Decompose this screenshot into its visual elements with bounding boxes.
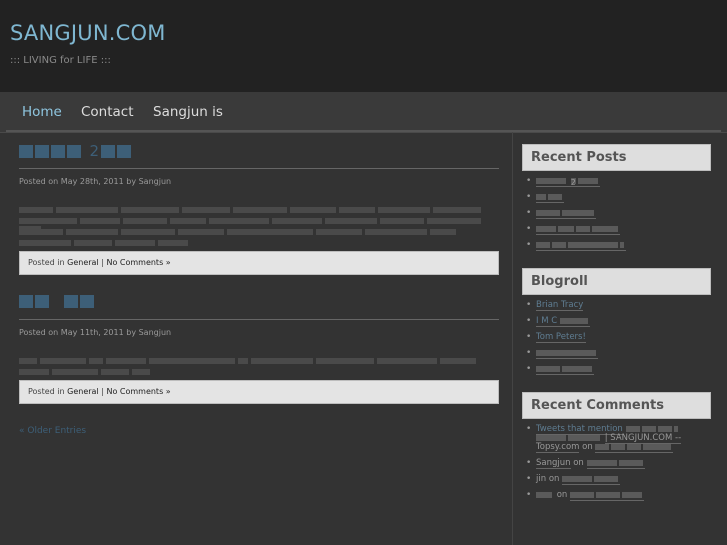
on-label: on <box>582 442 593 452</box>
post-footer: Posted in General | No Comments » <box>19 251 499 275</box>
post-title[interactable]: 2 <box>19 142 499 162</box>
list-item[interactable] <box>526 224 711 235</box>
widget-title: Blogroll <box>522 268 711 295</box>
nav-sangjun-is[interactable]: Sangjun is <box>153 104 223 120</box>
list-item[interactable] <box>526 192 711 203</box>
title-glyph <box>101 144 115 158</box>
post-meta: Posted on May 11th, 2011 by Sangjun <box>19 328 172 337</box>
category-link[interactable]: General <box>67 258 99 267</box>
comment-item: jin on <box>526 474 711 485</box>
category-link[interactable]: General <box>67 387 99 396</box>
comment-source-link[interactable]: Topsy.com <box>536 442 580 453</box>
blogroll-widget: Blogroll Brian Tracy I M C Tom Peters! <box>522 268 711 375</box>
title-glyph <box>63 294 78 308</box>
older-entries-link[interactable]: « Older Entries <box>19 426 499 436</box>
post-number: 2 <box>570 177 576 187</box>
title-glyph <box>117 144 131 158</box>
post-meta: Posted on May 28th, 2011 by Sangjun <box>19 177 172 186</box>
post: Posted on May 11th, 2011 by Sangjun Post… <box>19 293 499 404</box>
posted-in-label: Posted in <box>28 387 65 396</box>
title-glyph <box>79 294 94 308</box>
comments-link[interactable]: No Comments » <box>106 258 170 267</box>
site-tagline: ::: LIVING for LIFE ::: <box>10 55 111 66</box>
site-header: SANGJUN.COM ::: LIVING for LIFE ::: <box>0 0 727 92</box>
title-glyph <box>35 144 49 158</box>
title-glyph <box>19 294 33 308</box>
blogroll-item[interactable] <box>526 364 711 375</box>
main-content: 2 Posted on May 28th, 2011 by Sangjun Po… <box>19 142 499 436</box>
nav-home[interactable]: Home <box>22 104 62 120</box>
recent-comments-widget: Recent Comments Tweets that mention | SA… <box>522 392 711 501</box>
title-glyph <box>67 144 81 158</box>
site-title[interactable]: SANGJUN.COM <box>10 21 166 45</box>
widget-title: Recent Comments <box>522 392 711 419</box>
comment-item: Tweets that mention | SANGJUN.COM -- Top… <box>526 424 711 453</box>
post-body <box>19 198 499 246</box>
title-glyph <box>35 294 49 308</box>
post-divider <box>19 319 499 320</box>
nav-contact[interactable]: Contact <box>81 104 134 120</box>
on-label: on <box>556 490 568 500</box>
on-label: on <box>548 474 560 484</box>
nav-divider <box>6 130 721 132</box>
post-footer: Posted in General | No Comments » <box>19 380 499 404</box>
blogroll-link[interactable]: Tom Peters! <box>536 332 586 343</box>
post-body <box>19 349 499 375</box>
footer-separator: | <box>101 258 104 267</box>
comment-author[interactable]: Sangjun <box>536 458 571 469</box>
post-title[interactable] <box>19 293 499 313</box>
post-divider <box>19 168 499 169</box>
comment-item: on <box>526 490 711 501</box>
comment-author: jin <box>536 474 547 484</box>
footer-separator: | <box>101 387 104 396</box>
sidebar: Recent Posts 2 Blogroll Brian Tracy I M … <box>522 144 711 507</box>
blogroll-item[interactable]: Tom Peters! <box>526 332 711 343</box>
blogroll-item[interactable]: Brian Tracy <box>526 300 711 311</box>
list-item[interactable] <box>526 208 711 219</box>
blogroll-item[interactable] <box>526 348 711 359</box>
recent-posts-widget: Recent Posts 2 <box>522 144 711 251</box>
title-glyph <box>19 144 33 158</box>
blogroll-item[interactable]: I M C <box>526 316 711 327</box>
column-divider <box>512 132 513 545</box>
list-item[interactable]: 2 <box>526 176 711 187</box>
on-label: on <box>573 458 584 468</box>
post-title-number: 2 <box>89 142 99 160</box>
comments-link[interactable]: No Comments » <box>106 387 170 396</box>
posted-in-label: Posted in <box>28 258 65 267</box>
blogroll-link[interactable]: I M C <box>536 316 557 326</box>
comment-item: Sangjun on <box>526 458 711 469</box>
post: 2 Posted on May 28th, 2011 by Sangjun Po… <box>19 142 499 275</box>
list-item[interactable] <box>526 240 711 251</box>
title-glyph <box>51 144 65 158</box>
blogroll-link[interactable]: Brian Tracy <box>536 300 584 311</box>
widget-title: Recent Posts <box>522 144 711 171</box>
